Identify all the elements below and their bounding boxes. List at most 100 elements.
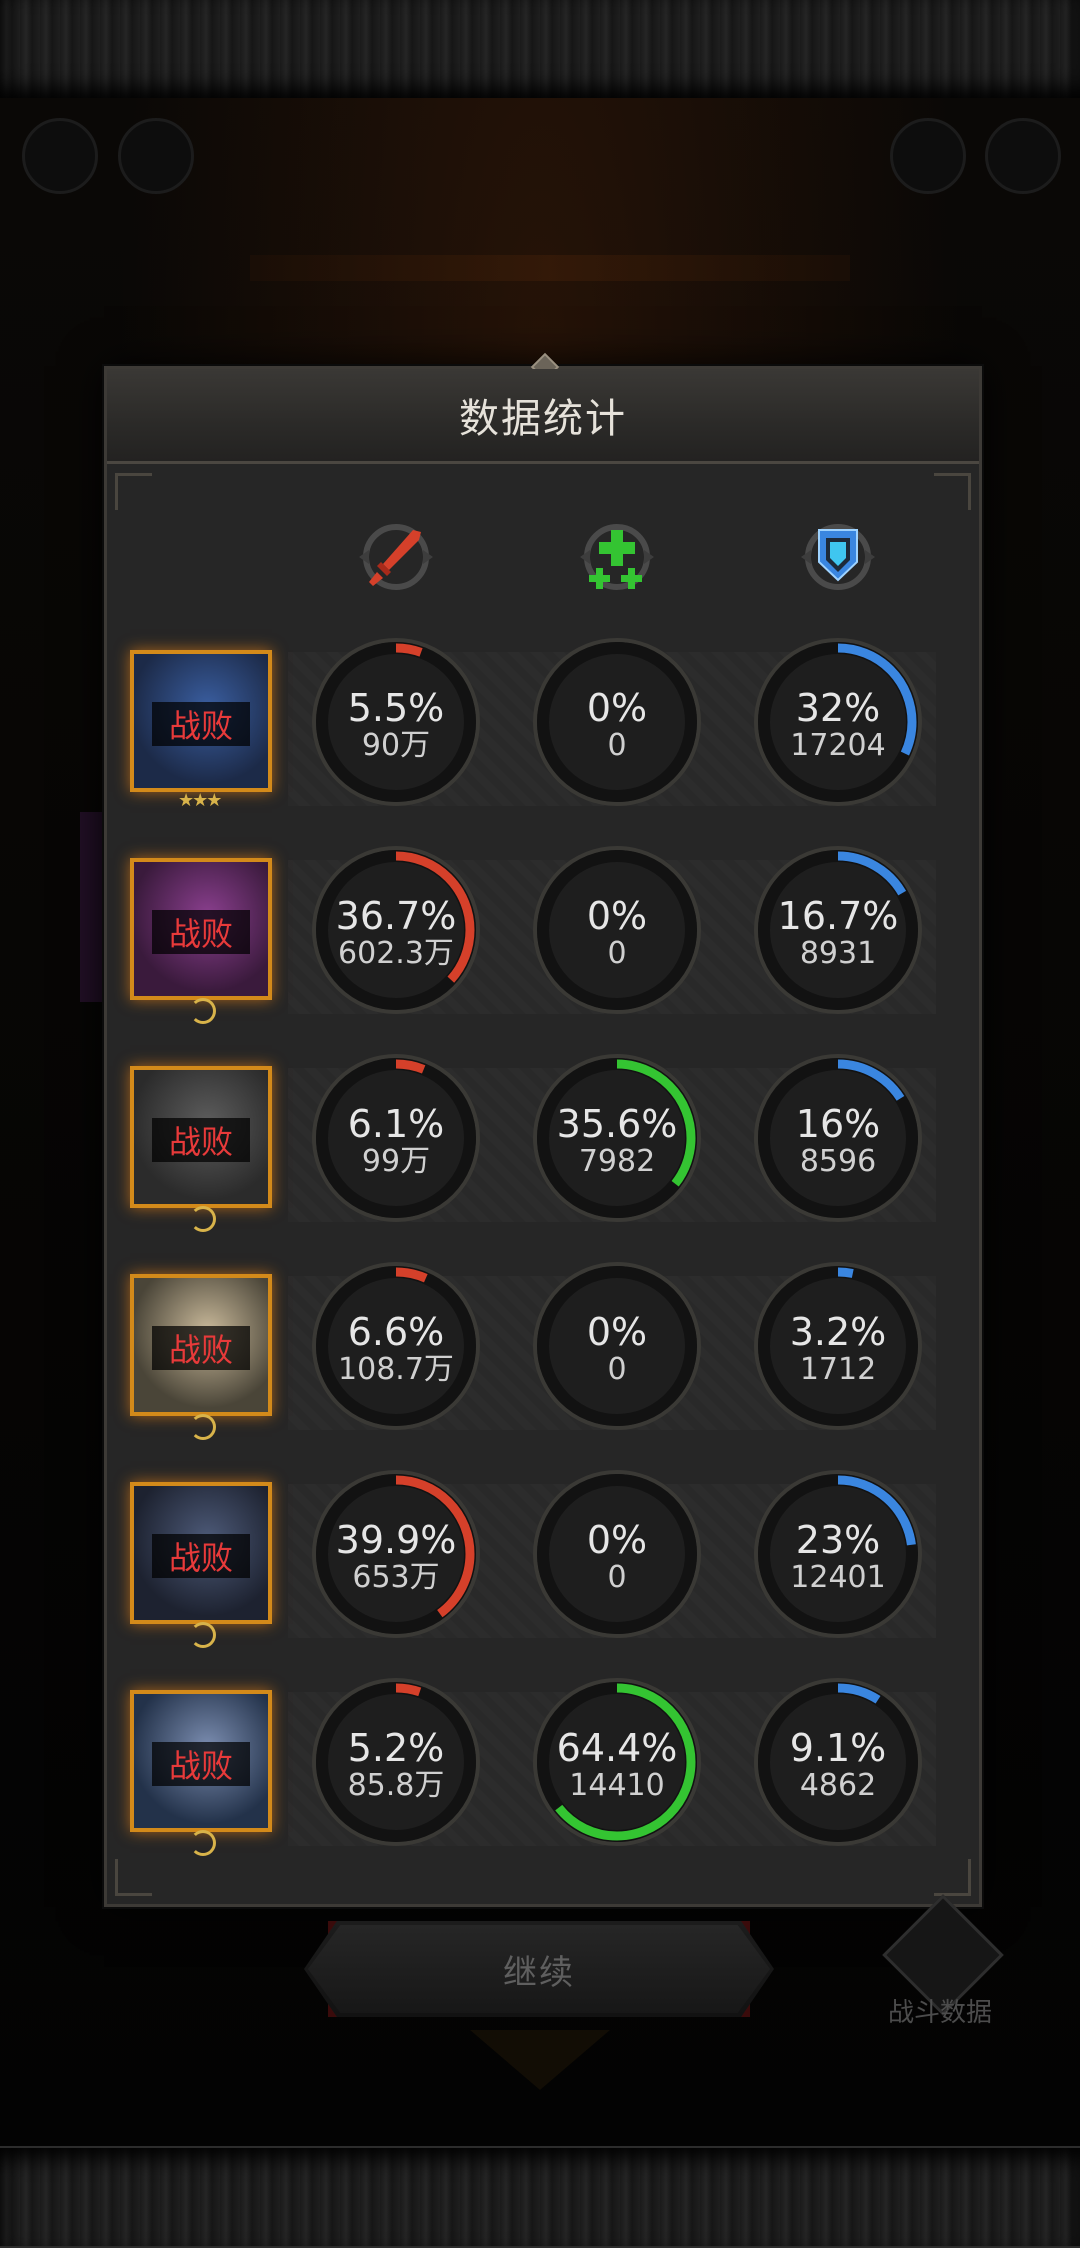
heal-value: 0	[607, 728, 627, 763]
hero-portrait[interactable]: 战败	[130, 858, 272, 1000]
crescent-moon-icon	[190, 998, 216, 1024]
tank-value: 1712	[799, 1352, 877, 1387]
panel-title: 数据统计	[459, 396, 627, 442]
damage-percent: 6.6%	[347, 1310, 445, 1354]
damage-stat-ring: 5.2% 85.8万	[306, 1672, 486, 1852]
damage-value: 99万	[361, 1144, 431, 1179]
corner-ornament	[934, 473, 971, 510]
crescent-moon-icon	[190, 1622, 216, 1648]
damage-value: 108.7万	[338, 1352, 454, 1387]
hero-portrait[interactable]: 战败	[130, 1274, 272, 1416]
tank-percent: 23%	[795, 1518, 881, 1562]
heal-value: 0	[607, 1352, 627, 1387]
damage-percent: 5.2%	[347, 1726, 445, 1770]
hero-row: 战败 5.2% 85.8万 64.4% 14410 9.1% 4862	[130, 1670, 950, 1870]
tank-value: 12401	[790, 1560, 886, 1595]
defeat-band: 战败	[152, 910, 250, 954]
tank-value: 4862	[799, 1768, 877, 1803]
tank-stat-ring: 3.2% 1712	[748, 1256, 928, 1436]
tank-stat-ring: 9.1% 4862	[748, 1672, 928, 1852]
crescent-moon-icon	[190, 1414, 216, 1440]
damage-stat-ring: 39.9% 653万	[306, 1464, 486, 1644]
heal-percent: 64.4%	[556, 1726, 678, 1770]
hero-portrait[interactable]: 战败	[130, 650, 272, 792]
blue-shield-icon	[793, 512, 883, 602]
continue-button-label: 继续	[503, 1952, 575, 1993]
panel-header: 数据统计	[107, 369, 979, 464]
bottom-frame-border	[0, 2146, 1080, 2248]
battle-data-button[interactable]: 战斗数据	[880, 1894, 1004, 2032]
heal-stat-ring: 0% 0	[527, 1256, 707, 1436]
heal-percent: 0%	[586, 686, 648, 730]
red-sword-icon	[351, 512, 441, 602]
heal-percent: 35.6%	[556, 1102, 678, 1146]
heal-percent: 0%	[586, 1518, 648, 1562]
hero-row: 战败 39.9% 653万 0% 0 23% 12401	[130, 1462, 950, 1662]
background-button	[118, 118, 194, 194]
top-frame-border	[0, 0, 1080, 100]
heal-stat-ring: 0% 0	[527, 840, 707, 1020]
heal-stat-ring: 0% 0	[527, 1464, 707, 1644]
heal-percent: 0%	[586, 894, 648, 938]
defeat-band: 战败	[152, 1118, 250, 1162]
hero-row: 战败 ★★★ 5.5% 90万 0% 0 32% 17204	[130, 630, 950, 830]
damage-value: 90万	[361, 728, 431, 763]
crescent-moon-icon	[190, 1830, 216, 1856]
heal-stat-ring: 35.6% 7982	[527, 1048, 707, 1228]
damage-value: 85.8万	[347, 1768, 445, 1803]
defeat-band: 战败	[152, 1534, 250, 1578]
corner-ornament	[115, 473, 152, 510]
share-button	[890, 118, 966, 194]
damage-stat-ring: 5.5% 90万	[306, 632, 486, 812]
tank-value: 8596	[799, 1144, 877, 1179]
settings-button	[985, 118, 1061, 194]
defeat-status-label: 战败	[168, 1123, 233, 1161]
tank-percent: 32%	[795, 686, 881, 730]
damage-percent: 5.5%	[347, 686, 445, 730]
crescent-moon-icon	[190, 1206, 216, 1232]
defeat-status-label: 战败	[168, 915, 233, 953]
tank-stat-ring: 16% 8596	[748, 1048, 928, 1228]
back-button[interactable]	[22, 118, 98, 194]
damage-stat-ring: 6.1% 99万	[306, 1048, 486, 1228]
heal-percent: 0%	[586, 1310, 648, 1354]
battle-data-label: 战斗数据	[887, 1998, 992, 2028]
defeat-status-label: 战败	[168, 707, 233, 745]
defeat-band: 战败	[152, 1742, 250, 1786]
damage-value: 602.3万	[338, 936, 454, 971]
tank-percent: 9.1%	[789, 1726, 887, 1770]
heal-value: 14410	[569, 1768, 665, 1803]
continue-button[interactable]: 继续	[304, 1921, 774, 2017]
defeat-band: 战败	[152, 1326, 250, 1370]
tank-percent: 16.7%	[777, 894, 899, 938]
defeat-status-label: 战败	[168, 1331, 233, 1369]
damage-percent: 6.1%	[347, 1102, 445, 1146]
tank-value: 17204	[790, 728, 886, 763]
heal-value: 0	[607, 1560, 627, 1595]
hero-portrait[interactable]: 战败	[130, 1066, 272, 1208]
hero-row: 战败 6.6% 108.7万 0% 0 3.2% 1712	[130, 1254, 950, 1454]
tank-percent: 16%	[795, 1102, 881, 1146]
green-plus-icon	[572, 512, 662, 602]
heal-stat-ring: 0% 0	[527, 632, 707, 812]
heal-value: 7982	[578, 1144, 656, 1179]
hero-portrait[interactable]: 战败	[130, 1690, 272, 1832]
defeat-status-label: 战败	[168, 1747, 233, 1785]
tank-stat-ring: 32% 17204	[748, 632, 928, 812]
hero-portrait[interactable]: 战败	[130, 1482, 272, 1624]
background-side-card	[80, 812, 106, 1002]
background-bar	[250, 255, 850, 281]
hero-row: 战败 36.7% 602.3万 0% 0 16.7% 8931	[130, 838, 950, 1038]
hero-star-rating: ★★★	[178, 790, 222, 811]
heal-stat-ring: 64.4% 14410	[527, 1672, 707, 1852]
defeat-band: 战败	[152, 702, 250, 746]
tank-stat-ring: 16.7% 8931	[748, 840, 928, 1020]
defeat-status-label: 战败	[168, 1539, 233, 1577]
tank-percent: 3.2%	[789, 1310, 887, 1354]
damage-percent: 36.7%	[335, 894, 457, 938]
damage-stat-ring: 36.7% 602.3万	[306, 840, 486, 1020]
heal-value: 0	[607, 936, 627, 971]
tank-stat-ring: 23% 12401	[748, 1464, 928, 1644]
damage-stat-ring: 6.6% 108.7万	[306, 1256, 486, 1436]
hero-row: 战败 6.1% 99万 35.6% 7982 16% 8596	[130, 1046, 950, 1246]
